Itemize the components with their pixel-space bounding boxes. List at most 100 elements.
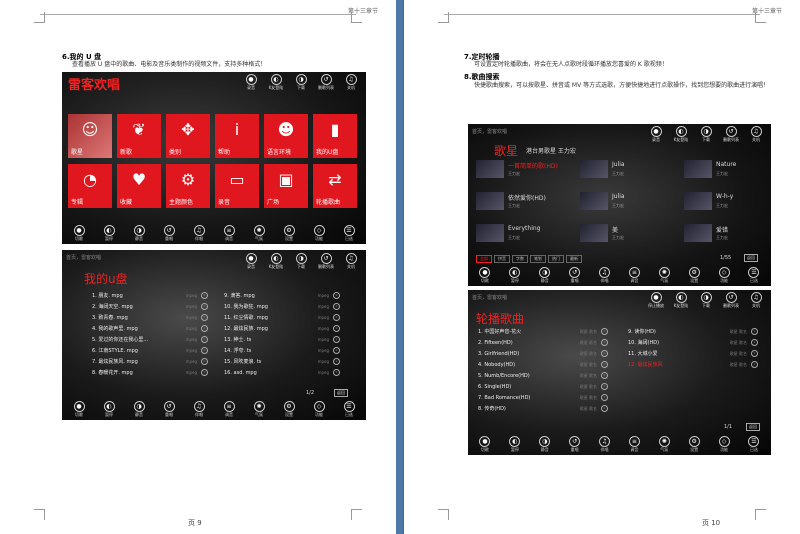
toolbar-button[interactable]: ⚙ 设置 — [683, 266, 705, 284]
toolbar-button[interactable]: ☰ 已选 — [338, 400, 360, 418]
menu-tile[interactable]: ⚙ 主题颜色 — [166, 164, 210, 208]
toolbar-button[interactable]: ↺ 删歌列表 — [720, 292, 742, 309]
filter-tab[interactable]: 字数 — [512, 255, 528, 263]
song-thumbnail[interactable] — [580, 192, 608, 210]
list-item[interactable]: 6. 江南STYLE. mpg mpeg × — [92, 347, 208, 354]
menu-tile[interactable]: ⇄ 轮播歌曲 — [313, 164, 357, 208]
list-item[interactable]: 1. 朋友. mpg mpeg × — [92, 292, 208, 299]
toolbar-button[interactable]: ♫ 伴唱 — [188, 400, 210, 418]
song-thumbnail[interactable] — [684, 160, 712, 178]
toolbar-button[interactable]: ◑ 下载 — [290, 74, 312, 91]
toolbar-button[interactable]: ⚙ 设置 — [278, 224, 300, 242]
toolbar-button[interactable]: ◐ 暂停 — [98, 224, 120, 242]
remove-icon[interactable]: × — [333, 369, 340, 376]
song-thumbnail[interactable] — [476, 192, 504, 210]
toolbar-button[interactable]: ● 切歌 — [474, 266, 496, 284]
list-item[interactable]: 2. Fifteen(HD) 歌星 歌名 × — [478, 339, 608, 346]
toolbar-button[interactable]: ↺ 重唱 — [158, 400, 180, 418]
toolbar-button[interactable]: ● 停止播放 — [645, 292, 667, 309]
list-item[interactable]: 13. 绅士. ts mpeg × — [224, 336, 340, 343]
toolbar-button[interactable]: ◑ 静音 — [534, 435, 556, 453]
toolbar-button[interactable]: ↺ 重唱 — [158, 224, 180, 242]
menu-tile[interactable]: i 帮助 — [215, 114, 259, 158]
list-item[interactable]: 3. 致青春. mpg mpeg × — [92, 314, 208, 321]
toolbar-button[interactable]: ◇ 功能 — [713, 435, 735, 453]
song-title[interactable]: Everything — [508, 225, 540, 232]
remove-icon[interactable]: × — [751, 361, 758, 368]
toolbar-button[interactable]: ◐ 暂停 — [504, 266, 526, 284]
toolbar-button[interactable]: ◐ 暂停 — [504, 435, 526, 453]
remove-icon[interactable]: × — [333, 314, 340, 321]
remove-icon[interactable]: × — [201, 358, 208, 365]
toolbar-button[interactable]: ● 录音 — [240, 253, 262, 270]
remove-icon[interactable]: × — [201, 314, 208, 321]
list-item[interactable]: 12. 最炫民族风 歌星 歌名 × — [628, 361, 758, 368]
remove-icon[interactable]: × — [751, 328, 758, 335]
toolbar-button[interactable]: ◐ K友登陆 — [670, 292, 692, 309]
menu-tile[interactable]: ☺ 歌星 — [68, 114, 112, 158]
song-title[interactable]: 依然爱你(HD) — [508, 193, 546, 202]
toolbar-button[interactable]: ◐ K友登陆 — [265, 74, 287, 91]
toolbar-button[interactable]: ◑ 下载 — [695, 126, 717, 143]
remove-icon[interactable]: × — [333, 336, 340, 343]
list-item[interactable]: 11. 大城小爱 歌星 歌名 × — [628, 350, 758, 357]
song-thumbnail[interactable] — [684, 224, 712, 242]
toolbar-button[interactable]: ♫ 关机 — [745, 292, 767, 309]
remove-icon[interactable]: × — [333, 303, 340, 310]
toolbar-button[interactable]: ↺ 重唱 — [564, 266, 586, 284]
list-item[interactable]: 7. 最炫民族风. mpg mpeg × — [92, 358, 208, 365]
toolbar-button[interactable]: ♫ 关机 — [745, 126, 767, 143]
filter-tab[interactable]: 拼音 — [494, 255, 510, 263]
filter-tab[interactable]: 笔划 — [530, 255, 546, 263]
song-title[interactable]: Julia — [612, 161, 625, 168]
song-thumbnail[interactable] — [580, 160, 608, 178]
song-thumbnail[interactable] — [684, 192, 712, 210]
toolbar-button[interactable]: ⚙ 设置 — [683, 435, 705, 453]
song-title[interactable]: 美 — [612, 225, 618, 234]
back-button[interactable]: 返回 — [334, 389, 348, 397]
toolbar-button[interactable]: ⚙ 设置 — [278, 400, 300, 418]
toolbar-button[interactable]: ☰ 已选 — [743, 435, 765, 453]
remove-icon[interactable]: × — [601, 339, 608, 346]
filter-tab[interactable]: 最新 — [566, 255, 582, 263]
list-item[interactable]: 3. Girlfriend(HD) 歌星 歌名 × — [478, 350, 608, 357]
menu-tile[interactable]: ◔ 专辑 — [68, 164, 112, 208]
toolbar-button[interactable]: ◑ 下载 — [290, 253, 312, 270]
list-item[interactable]: 1. 中国好声音-花火 歌星 歌名 × — [478, 328, 608, 335]
remove-icon[interactable]: × — [333, 292, 340, 299]
song-title[interactable]: Julia — [612, 193, 625, 200]
toolbar-button[interactable]: ♫ 关机 — [340, 253, 362, 270]
menu-tile[interactable]: ▮ 我的U盘 — [313, 114, 357, 158]
remove-icon[interactable]: × — [751, 350, 758, 357]
remove-icon[interactable]: × — [201, 292, 208, 299]
list-item[interactable]: 4. 我的歌声里. mpg mpeg × — [92, 325, 208, 332]
toolbar-button[interactable]: ↺ 重唱 — [564, 435, 586, 453]
toolbar-button[interactable]: ✺ 气氛 — [653, 266, 675, 284]
toolbar-button[interactable]: ✺ 气氛 — [248, 224, 270, 242]
toolbar-button[interactable]: ♫ 伴唱 — [188, 224, 210, 242]
list-item[interactable]: 9. 滴答. mpg mpeg × — [224, 292, 340, 299]
song-thumbnail[interactable] — [476, 224, 504, 242]
remove-icon[interactable]: × — [601, 328, 608, 335]
list-item[interactable]: 11. 红尘情歌. mpg mpeg × — [224, 314, 340, 321]
remove-icon[interactable]: × — [601, 350, 608, 357]
remove-icon[interactable]: × — [601, 405, 608, 412]
remove-icon[interactable]: × — [201, 347, 208, 354]
list-item[interactable]: 5. Numb/Encore(HD) 歌星 歌名 × — [478, 372, 608, 379]
remove-icon[interactable]: × — [333, 347, 340, 354]
remove-icon[interactable]: × — [333, 325, 340, 332]
toolbar-button[interactable]: ◇ 功能 — [713, 266, 735, 284]
remove-icon[interactable]: × — [601, 394, 608, 401]
toolbar-button[interactable]: ● 录音 — [240, 74, 262, 91]
list-item[interactable]: 6. Single(HD) 歌星 歌名 × — [478, 383, 608, 390]
back-button[interactable]: 返回 — [746, 423, 760, 431]
toolbar-button[interactable]: ◇ 功能 — [308, 400, 330, 418]
toolbar-button[interactable]: ◑ 静音 — [128, 224, 150, 242]
remove-icon[interactable]: × — [201, 325, 208, 332]
filter-tab[interactable]: 全部 — [476, 255, 492, 263]
remove-icon[interactable]: × — [201, 369, 208, 376]
list-item[interactable]: 8. 春暖花开. mpg mpeg × — [92, 369, 208, 376]
toolbar-button[interactable]: ◇ 功能 — [308, 224, 330, 242]
toolbar-button[interactable]: ≡ 调音 — [218, 400, 240, 418]
filter-tab[interactable]: 热门 — [548, 255, 564, 263]
